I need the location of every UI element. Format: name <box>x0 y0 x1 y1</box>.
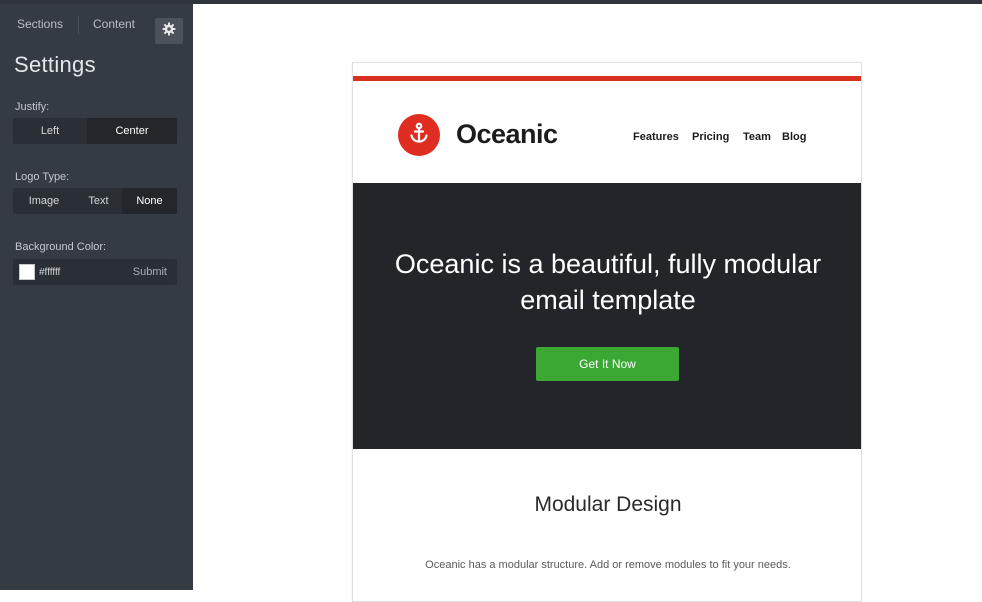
justify-center-button[interactable]: Center <box>87 118 177 144</box>
logo-type-text-button[interactable]: Text <box>75 188 122 214</box>
background-color-field: Submit <box>13 259 177 285</box>
get-it-now-button[interactable]: Get It Now <box>536 347 679 381</box>
logo-type-segmented-control: Image Text None <box>13 188 177 214</box>
section-text: Oceanic has a modular structure. Add or … <box>425 559 791 571</box>
tab-divider <box>78 16 79 34</box>
nav-link-pricing[interactable]: Pricing <box>692 131 729 143</box>
tab-settings[interactable] <box>155 18 183 44</box>
background-color-input[interactable] <box>39 264 119 280</box>
nav-link-blog[interactable]: Blog <box>782 131 806 143</box>
hero-title-line-1: Oceanic is a beautiful, fully modular <box>394 249 822 279</box>
submit-button[interactable]: Submit <box>133 259 167 285</box>
nav-link-features[interactable]: Features <box>633 131 679 143</box>
logo-type-none-button[interactable]: None <box>122 188 177 214</box>
logo-type-label: Logo Type: <box>15 171 70 183</box>
gear-icon <box>162 22 176 41</box>
logo-type-image-button[interactable]: Image <box>13 188 75 214</box>
tab-sections[interactable]: Sections <box>8 10 72 38</box>
section-title: Modular Design <box>534 493 682 516</box>
settings-title: Settings <box>14 52 96 77</box>
nav-link-team[interactable]: Team <box>743 131 771 143</box>
brand-name: Oceanic <box>456 119 558 149</box>
logo[interactable] <box>398 114 440 156</box>
hero-section: Oceanic is a beautiful, fully modular em… <box>353 183 861 449</box>
justify-label: Justify: <box>15 101 50 113</box>
anchor-icon <box>407 121 431 150</box>
justify-left-button[interactable]: Left <box>13 118 87 144</box>
background-color-label: Background Color: <box>15 241 107 253</box>
tab-content[interactable]: Content <box>82 10 146 38</box>
hero-title: Oceanic is a beautiful, fully modular em… <box>353 246 861 318</box>
color-swatch[interactable] <box>19 264 35 280</box>
email-preview: Oceanic Features Pricing Team Blog Ocean… <box>352 62 862 602</box>
settings-sidebar: Sections Content Settings Justify: Left … <box>0 4 193 590</box>
accent-bar <box>353 76 861 81</box>
sidebar-tabs: Sections Content <box>0 10 193 44</box>
hero-title-line-2: email template <box>520 285 696 315</box>
justify-segmented-control: Left Center <box>13 118 177 144</box>
